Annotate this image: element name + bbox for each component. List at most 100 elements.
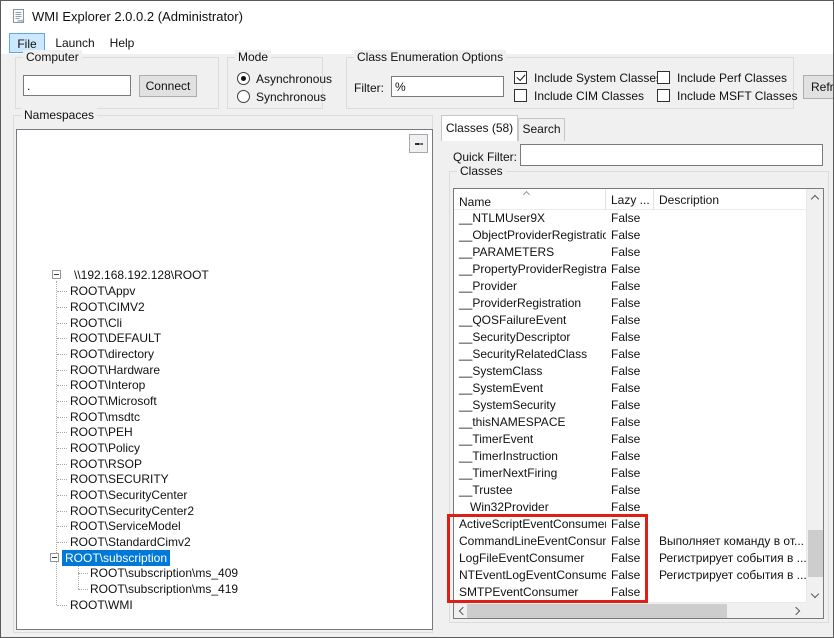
radio-asynchronous[interactable] xyxy=(237,72,250,85)
table-row[interactable]: __TimerInstructionFalse xyxy=(454,448,806,465)
computer-input[interactable] xyxy=(23,75,131,96)
tree-node[interactable]: ROOT\Policy xyxy=(17,440,432,456)
table-row[interactable]: NTEventLogEventConsumerFalseРегистрирует… xyxy=(454,567,806,584)
tree-node[interactable]: ROOT\RSOP xyxy=(17,456,432,472)
tree-node[interactable]: ROOT\ServiceModel xyxy=(17,519,432,535)
class-description-cell: Регистрирует события в ... xyxy=(654,550,806,567)
class-name-cell: LogFileEventConsumer xyxy=(454,550,606,567)
connect-button[interactable]: Connect xyxy=(139,75,197,97)
tree-connector-stub xyxy=(57,479,67,480)
horizontal-scrollbar-thumb[interactable] xyxy=(467,604,727,618)
scroll-up-icon[interactable] xyxy=(807,189,824,206)
checkbox-include-cim-classes[interactable] xyxy=(514,89,527,102)
table-row[interactable]: SMTPEventConsumerFalse xyxy=(454,584,806,601)
refresh-button[interactable]: Refresh xyxy=(803,75,834,99)
class-lazy-cell: False xyxy=(606,244,654,261)
tree-node[interactable]: \\192.168.192.128\ROOT xyxy=(17,267,432,283)
tree-node-label: ROOT\SecurityCenter xyxy=(67,487,190,503)
class-description-cell xyxy=(654,448,806,465)
table-row[interactable]: ActiveScriptEventConsumerFalse xyxy=(454,516,806,533)
namespace-tree[interactable]: \\192.168.192.128\ROOTROOT\AppvROOT\CIMV… xyxy=(16,129,433,630)
tree-collapse-icon[interactable] xyxy=(50,553,59,562)
table-row[interactable]: __SecurityRelatedClassFalse xyxy=(454,346,806,363)
tree-node[interactable]: ROOT\msdtc xyxy=(17,409,432,425)
column-header-lazy[interactable]: Lazy ... xyxy=(606,189,654,210)
class-description-cell: Регистрирует события в ... xyxy=(654,567,806,584)
scroll-down-icon[interactable] xyxy=(807,585,824,602)
tree-node[interactable]: ROOT\WMI xyxy=(17,597,432,613)
quick-filter-input[interactable] xyxy=(520,144,823,166)
radio-synchronous[interactable] xyxy=(237,90,250,103)
filter-input[interactable] xyxy=(391,76,504,97)
table-row[interactable]: __TimerEventFalse xyxy=(454,431,806,448)
class-name-cell: __SystemClass xyxy=(454,363,606,380)
checkbox-include-msft-classes[interactable] xyxy=(657,89,670,102)
table-row[interactable]: __SystemClassFalse xyxy=(454,363,806,380)
table-row[interactable]: __PropertyProviderRegistrat...False xyxy=(454,261,806,278)
column-header-description[interactable]: Description xyxy=(654,189,806,210)
table-row[interactable]: __QOSFailureEventFalse xyxy=(454,312,806,329)
table-row[interactable]: __TimerNextFiringFalse xyxy=(454,465,806,482)
tree-node[interactable]: ROOT\DEFAULT xyxy=(17,331,432,347)
tree-corner-button[interactable] xyxy=(409,134,428,153)
tree-connector-stub xyxy=(57,323,67,324)
tree-node-label: ROOT\SECURITY xyxy=(67,471,172,487)
tab-classes[interactable]: Classes (58) xyxy=(441,115,518,141)
class-description-cell xyxy=(654,227,806,244)
tree-node[interactable]: ROOT\directory xyxy=(17,346,432,362)
class-lazy-cell: False xyxy=(606,482,654,499)
table-row[interactable]: __SystemSecurityFalse xyxy=(454,397,806,414)
checkbox-include-system-classes[interactable] xyxy=(514,71,527,84)
tree-node[interactable]: ROOT\subscription xyxy=(17,550,432,566)
table-row[interactable]: __ProviderRegistrationFalse xyxy=(454,295,806,312)
mode-group-label: Mode xyxy=(235,50,271,64)
horizontal-scrollbar[interactable] xyxy=(454,602,806,618)
scroll-right-icon[interactable] xyxy=(790,603,806,618)
checkbox-include-perf-classes-label: Include Perf Classes xyxy=(677,71,787,85)
tree-node[interactable]: ROOT\Interop xyxy=(17,378,432,394)
vertical-scrollbar-thumb[interactable] xyxy=(808,530,823,577)
class-name-cell: __TimerInstruction xyxy=(454,448,606,465)
tree-node[interactable]: ROOT\subscription\ms_409 xyxy=(17,566,432,582)
tree-node[interactable]: ROOT\subscription\ms_419 xyxy=(17,581,432,597)
tree-node[interactable]: ROOT\Microsoft xyxy=(17,393,432,409)
class-description-cell xyxy=(654,363,806,380)
tree-node[interactable]: ROOT\SECURITY xyxy=(17,472,432,488)
vertical-scrollbar[interactable] xyxy=(806,189,823,602)
table-row[interactable]: CommandLineEventConsumerFalseВыполняет к… xyxy=(454,533,806,550)
table-row[interactable]: __PARAMETERSFalse xyxy=(454,244,806,261)
table-row[interactable]: __ObjectProviderRegistrationFalse xyxy=(454,227,806,244)
table-row[interactable]: Win32ProviderFalse xyxy=(454,499,806,516)
class-description-cell xyxy=(654,499,806,516)
tree-node[interactable]: ROOT\SecurityCenter2 xyxy=(17,503,432,519)
tree-node[interactable]: ROOT\Hardware xyxy=(17,362,432,378)
tree-connector-stub xyxy=(57,417,67,418)
tree-node[interactable]: ROOT\SecurityCenter xyxy=(17,487,432,503)
tree-node[interactable]: ROOT\StandardCimv2 xyxy=(17,534,432,550)
tree-node-label: ROOT\subscription xyxy=(62,550,170,566)
table-row[interactable]: __TrusteeFalse xyxy=(454,482,806,499)
classes-group-label: Classes xyxy=(457,164,506,178)
tree-node[interactable]: ROOT\Appv xyxy=(17,284,432,300)
tree-collapse-icon[interactable] xyxy=(52,270,61,279)
class-description-cell xyxy=(654,346,806,363)
tree-node-label: ROOT\SecurityCenter2 xyxy=(67,503,197,519)
table-row[interactable]: LogFileEventConsumerFalseРегистрирует со… xyxy=(454,550,806,567)
table-row[interactable]: __thisNAMESPACEFalse xyxy=(454,414,806,431)
table-row[interactable]: __SystemEventFalse xyxy=(454,380,806,397)
scrollbar-corner xyxy=(806,602,823,618)
tree-node-label: ROOT\msdtc xyxy=(67,409,143,425)
class-name-cell: SMTPEventConsumer xyxy=(454,584,606,601)
tree-node[interactable]: ROOT\PEH xyxy=(17,425,432,441)
checkbox-include-perf-classes[interactable] xyxy=(657,71,670,84)
column-header-name[interactable]: Name xyxy=(454,189,606,210)
tree-node[interactable]: ROOT\Cli xyxy=(17,315,432,331)
class-name-cell: __Trustee xyxy=(454,482,606,499)
table-row[interactable]: __ProviderFalse xyxy=(454,278,806,295)
tree-node-label: ROOT\StandardCimv2 xyxy=(67,534,194,550)
table-row[interactable]: __SecurityDescriptorFalse xyxy=(454,329,806,346)
tab-search[interactable]: Search xyxy=(518,118,565,141)
table-row[interactable]: __NTLMUser9XFalse xyxy=(454,210,806,227)
tree-node[interactable]: ROOT\CIMV2 xyxy=(17,299,432,315)
menu-item-help[interactable]: Help xyxy=(103,33,141,53)
